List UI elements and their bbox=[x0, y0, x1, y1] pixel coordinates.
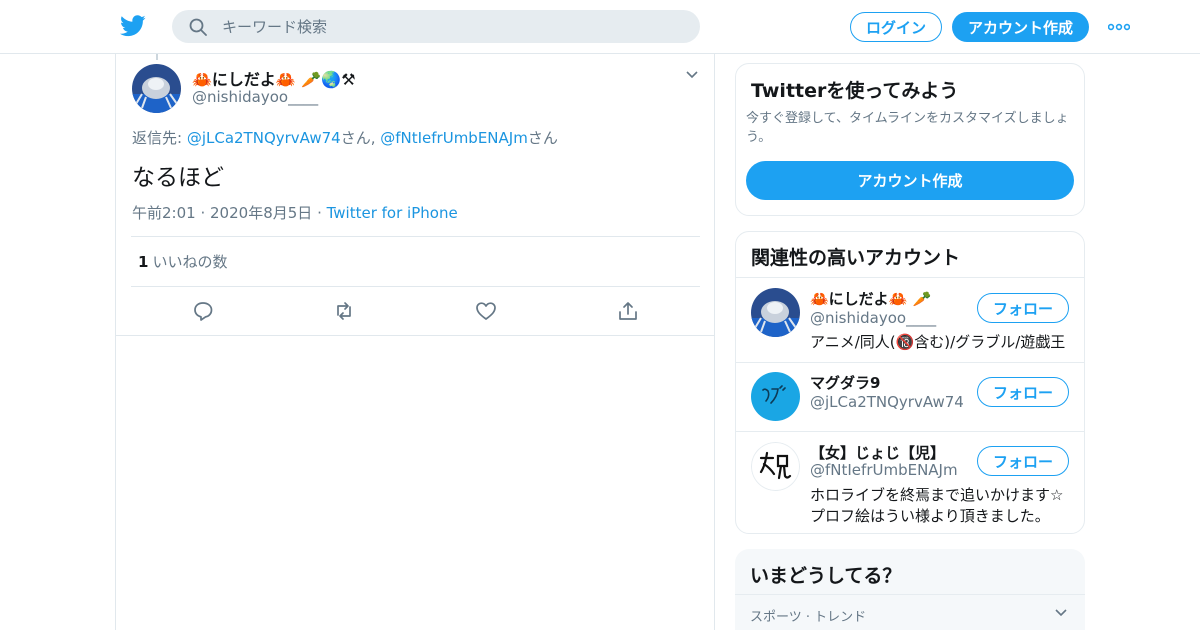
tweet-source-link[interactable]: Twitter for iPhone bbox=[327, 204, 458, 222]
tweet-time[interactable]: 午前2:01 bbox=[132, 204, 196, 222]
tweet-meta: 午前2:01 · 2020年8月5日 · Twitter for iPhone bbox=[132, 202, 458, 223]
avatar[interactable] bbox=[751, 372, 800, 421]
account-handle[interactable]: @jLCa2TNQyrvAw74 bbox=[810, 393, 964, 411]
signup-card: Twitterを使ってみよう 今すぐ登録して、タイムラインをカスタマイズしましょ… bbox=[735, 63, 1085, 216]
trend-category: スポーツ · トレンド bbox=[750, 610, 867, 625]
signup-button[interactable]: アカウント作成 bbox=[952, 12, 1089, 42]
trends-title: いまどうしてる？ bbox=[750, 565, 902, 587]
retweet-icon[interactable] bbox=[333, 300, 355, 322]
signup-card-description: 今すぐ登録して、タイムラインをカスタマイズしましょう。 bbox=[746, 111, 1069, 145]
likes-count[interactable]: 1 いいねの数 bbox=[138, 251, 227, 272]
divider bbox=[131, 286, 700, 287]
avatar-image bbox=[751, 288, 800, 337]
related-accounts-title: 関連性の高いアカウント bbox=[751, 247, 961, 269]
meta-dot: · bbox=[200, 204, 211, 222]
divider bbox=[735, 594, 1085, 595]
search-input[interactable] bbox=[222, 10, 682, 43]
related-accounts-card: 関連性の高いアカウント 🦀にしだよ🦀 🥕 @nishidayoo____ アニメ… bbox=[735, 231, 1085, 534]
trends-card: いまどうしてる？ スポーツ · トレンド bbox=[735, 549, 1085, 630]
mention-link[interactable]: @jLCa2TNQyrvAw74 bbox=[187, 129, 341, 147]
reply-icon[interactable] bbox=[192, 300, 214, 322]
account-name[interactable]: 🦀にしだよ🦀 🥕 bbox=[810, 288, 931, 309]
follow-button[interactable]: フォロー bbox=[977, 293, 1069, 323]
account-name[interactable]: マグダラ9 bbox=[810, 372, 880, 393]
follow-button[interactable]: フォロー bbox=[977, 446, 1069, 476]
mention-link[interactable]: @fNtIefrUmbENAJm bbox=[380, 129, 528, 147]
display-name[interactable]: 🦀にしだよ🦀 🥕🌏⚒ bbox=[192, 66, 356, 90]
divider bbox=[131, 236, 700, 237]
reply-prefix: 返信先: bbox=[132, 129, 187, 147]
search-icon bbox=[189, 18, 207, 36]
thread-connector bbox=[156, 54, 158, 60]
avatar-image bbox=[751, 442, 800, 491]
account-handle[interactable]: @fNtIefrUmbENAJm bbox=[810, 461, 958, 479]
avatar[interactable] bbox=[132, 64, 181, 113]
chevron-down-icon[interactable] bbox=[685, 70, 699, 80]
avatar[interactable] bbox=[751, 442, 800, 491]
tweet-date[interactable]: 2020年8月5日 bbox=[210, 204, 312, 222]
signup-card-title: Twitterを使ってみよう bbox=[751, 80, 959, 102]
avatar[interactable] bbox=[751, 288, 800, 337]
divider bbox=[116, 335, 714, 336]
chevron-down-icon[interactable] bbox=[1054, 608, 1068, 618]
account-bio: アニメ/同人(🔞含む)/グラブル/遊戯王 bbox=[810, 333, 1066, 351]
like-label: いいねの数 bbox=[152, 253, 228, 271]
more-icon[interactable] bbox=[1108, 22, 1130, 32]
account-name[interactable]: 【女】じょじ【児】 bbox=[810, 442, 945, 463]
related-account[interactable]: マグダラ9 @jLCa2TNQyrvAw74 フォロー bbox=[736, 363, 1084, 431]
avatar-image bbox=[751, 372, 800, 421]
avatar-image bbox=[132, 64, 181, 113]
reply-suffix: さん bbox=[527, 129, 558, 147]
meta-dot: · bbox=[317, 204, 327, 222]
login-button[interactable]: ログイン bbox=[850, 12, 942, 42]
like-number: 1 bbox=[138, 253, 149, 271]
tweet-detail: 🦀にしだよ🦀 🥕🌏⚒ @nishidayoo____ 返信先: @jLCa2TN… bbox=[115, 54, 715, 630]
share-icon[interactable] bbox=[617, 300, 639, 322]
account-bio: ホロライブを終焉まで追いかけます☆プロフ絵はうい様より頂きました。 bbox=[810, 486, 1064, 525]
related-account[interactable]: 【女】じょじ【児】 @fNtIefrUmbENAJm ホロライブを終焉まで追いか… bbox=[736, 432, 1084, 533]
top-bar: ログイン アカウント作成 bbox=[0, 0, 1200, 54]
twitter-bird-icon[interactable] bbox=[120, 14, 146, 38]
reply-context: 返信先: @jLCa2TNQyrvAw74さん, @fNtIefrUmbENAJ… bbox=[132, 127, 558, 148]
account-handle[interactable]: @nishidayoo____ bbox=[810, 309, 936, 327]
tweet-text: なるほど bbox=[132, 165, 224, 191]
follow-button[interactable]: フォロー bbox=[977, 377, 1069, 407]
signup-card-button[interactable]: アカウント作成 bbox=[746, 161, 1074, 200]
search-bar[interactable] bbox=[172, 10, 700, 43]
related-account[interactable]: 🦀にしだよ🦀 🥕 @nishidayoo____ アニメ/同人(🔞含む)/グラブ… bbox=[736, 278, 1084, 362]
user-handle[interactable]: @nishidayoo____ bbox=[192, 88, 318, 106]
like-heart-icon[interactable] bbox=[475, 300, 497, 322]
reply-suffix: さん, bbox=[340, 129, 381, 147]
